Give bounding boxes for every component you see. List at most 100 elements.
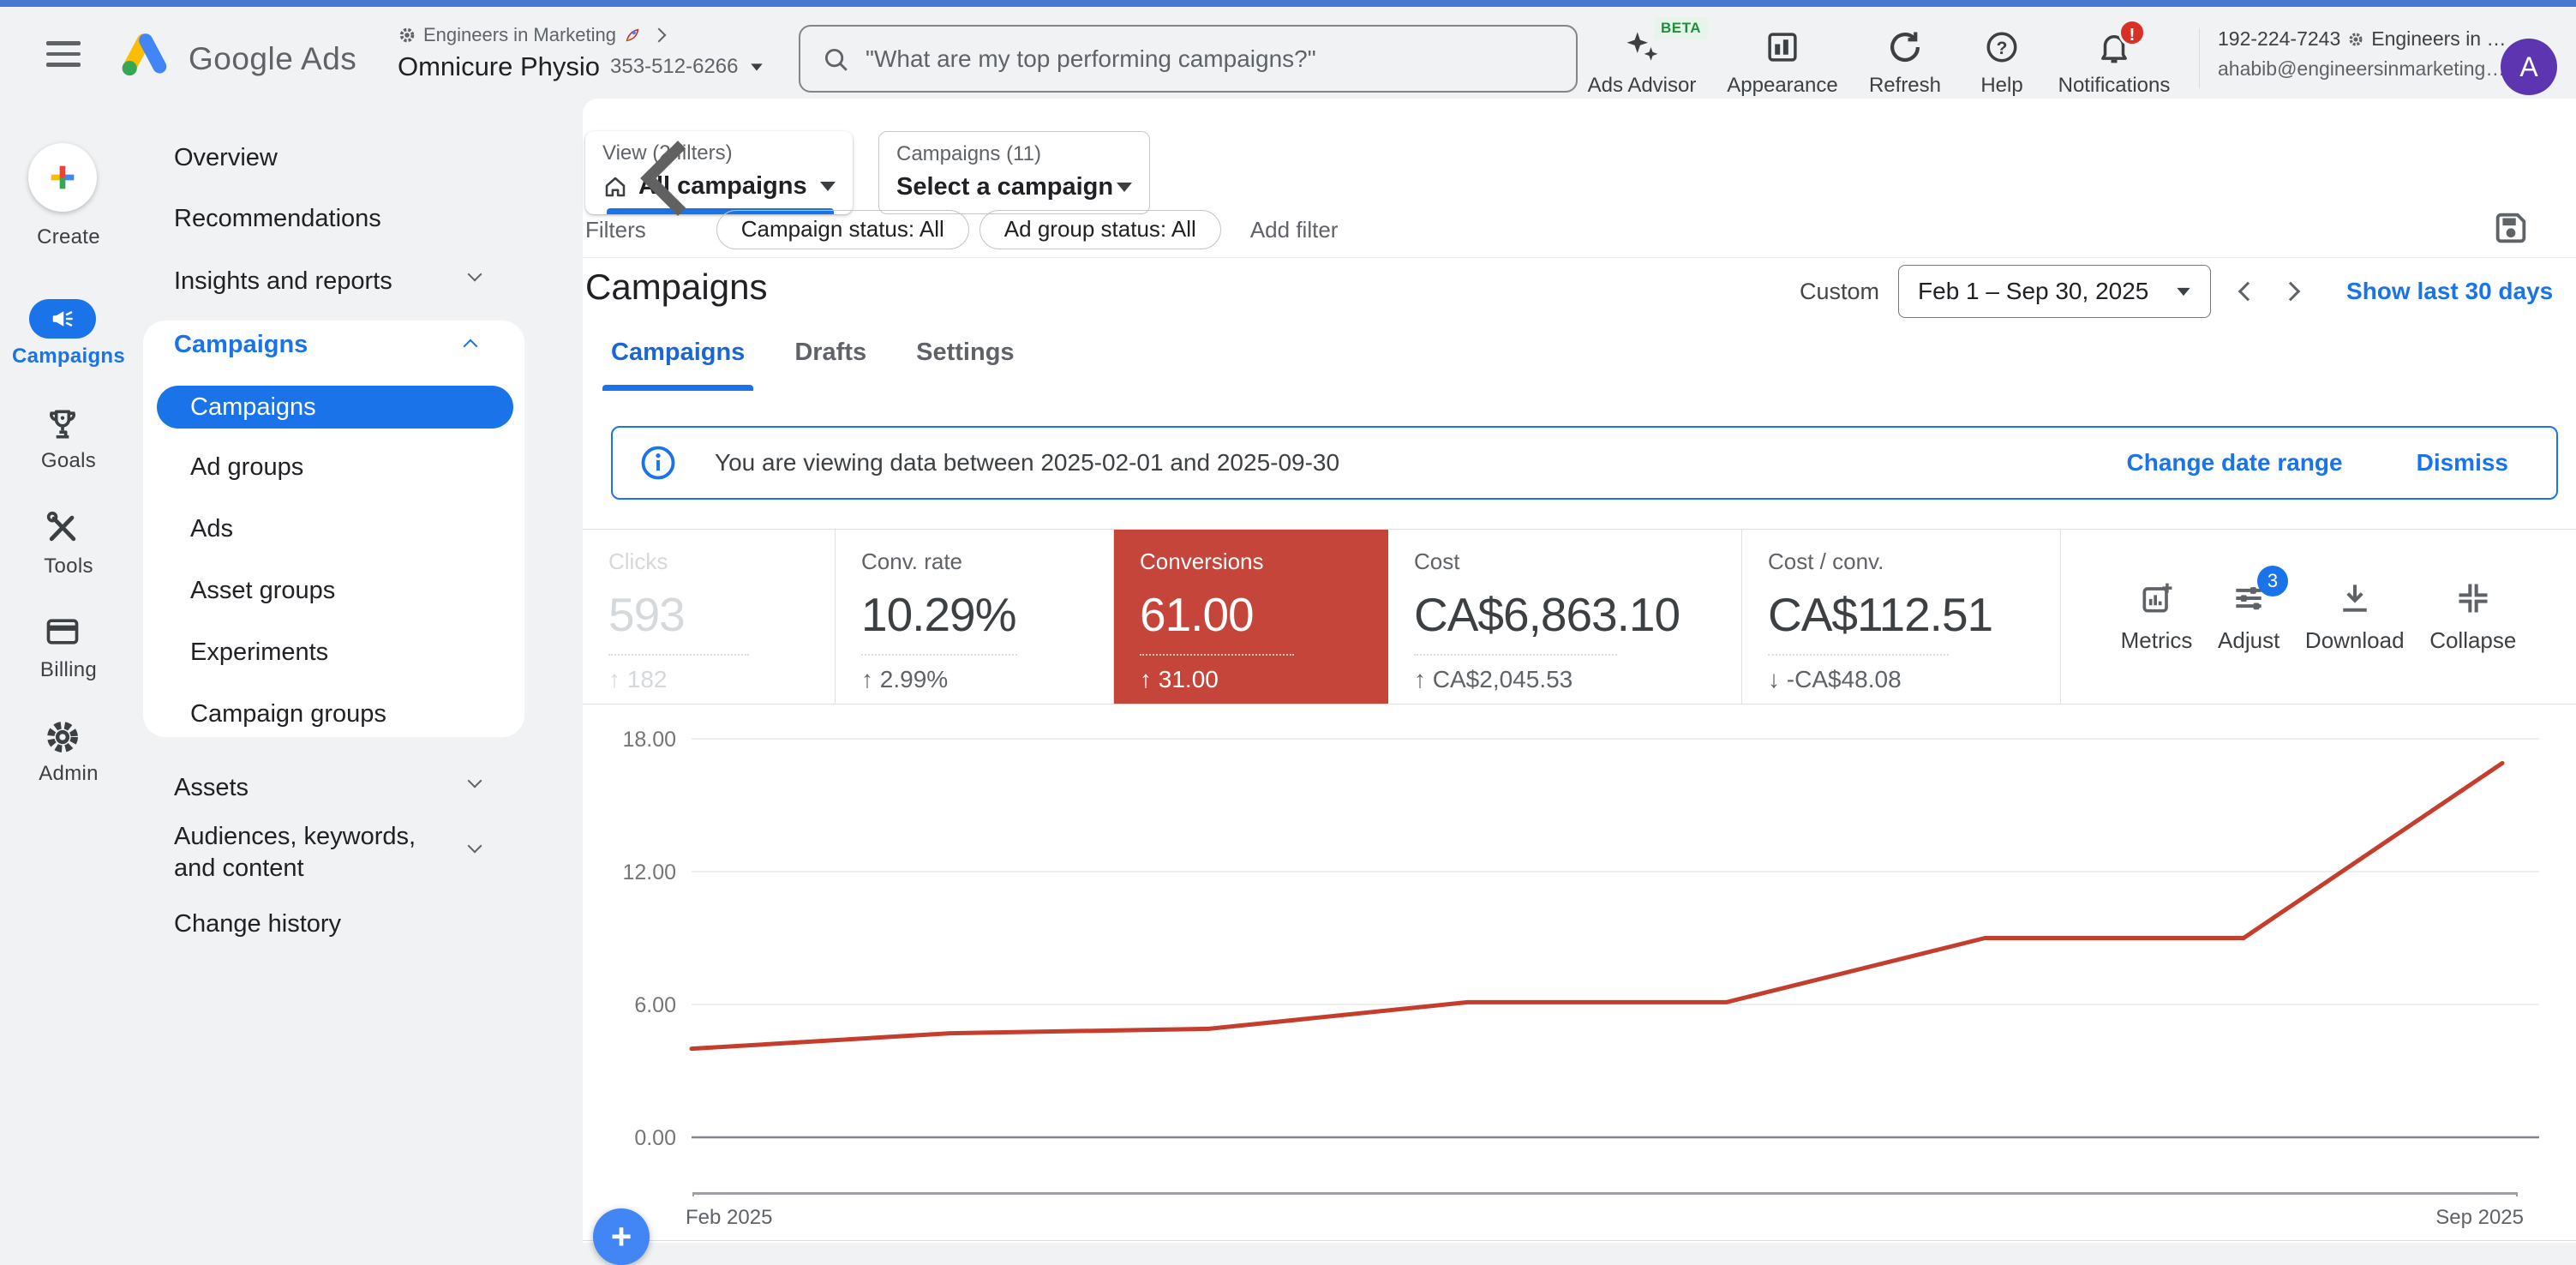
search-bar[interactable]	[799, 25, 1578, 93]
create-fab-button[interactable]: +	[593, 1208, 650, 1265]
metrics-icon	[2138, 579, 2176, 617]
manager-gear-icon	[398, 26, 416, 45]
create-plus-icon	[45, 160, 80, 195]
rail-label-admin: Admin	[39, 762, 99, 785]
breadcrumb-manager[interactable]: Engineers in Marketing	[423, 24, 616, 46]
rail-item-goals[interactable]	[44, 405, 81, 443]
nav-item-campaign-groups[interactable]: Campaign groups	[190, 697, 386, 731]
scorecard-cost-per-conv[interactable]: Cost / conv. CA$112.51 ↓ -CA$48.08	[1742, 530, 2061, 704]
rail-item-billing[interactable]	[44, 613, 81, 650]
dismiss-link[interactable]: Dismiss	[2417, 449, 2508, 477]
google-ads-logo-icon	[118, 31, 171, 77]
metrics-button[interactable]: Metrics	[2121, 579, 2193, 654]
svg-text:0.00: 0.00	[634, 1126, 676, 1150]
scorecard-conversions[interactable]: Conversions 61.00 ↑ 31.00	[1114, 530, 1388, 704]
account-switcher-caret-icon[interactable]	[751, 63, 763, 70]
nav-item-asset-groups[interactable]: Asset groups	[190, 573, 335, 608]
audiences-chevron-icon[interactable]	[468, 839, 482, 854]
ads-advisor-button[interactable]: Ads Advisor BETA	[1579, 29, 1705, 98]
nav-item-recommendations[interactable]: Recommendations	[174, 201, 381, 236]
filter-chip-ad-group-status[interactable]: Ad group status: All	[979, 210, 1221, 249]
tab-campaigns[interactable]: Campaigns	[611, 339, 745, 391]
show-last-30-days-link[interactable]: Show last 30 days	[2346, 278, 2553, 305]
download-icon	[2336, 579, 2374, 617]
left-rail: Create Campaigns Goals Tools Billing Adm…	[0, 99, 137, 1243]
collapse-button[interactable]: Collapse	[2429, 579, 2516, 654]
header-divider	[2199, 28, 2200, 88]
account-gear-icon	[2347, 31, 2364, 48]
filter-chip-campaign-status[interactable]: Campaign status: All	[716, 210, 969, 249]
svg-text:12.00: 12.00	[622, 860, 676, 884]
scorecard-conv-rate[interactable]: Conv. rate 10.29% ↑ 2.99%	[836, 530, 1114, 704]
rail-label-goals: Goals	[41, 449, 96, 472]
performance-chart[interactable]: 0.006.0012.0018.00	[583, 720, 2576, 1200]
nav-item-experiments[interactable]: Experiments	[190, 635, 328, 669]
main-content: View (2 filters) All campaigns Campaigns…	[583, 99, 2576, 1243]
page-title: Campaigns	[585, 263, 767, 311]
nav-item-overview[interactable]: Overview	[174, 141, 278, 175]
help-icon: ?	[1984, 29, 2020, 65]
campaign-selector[interactable]: Campaigns (11) Select a campaign	[878, 131, 1150, 214]
date-next-button[interactable]	[2269, 270, 2312, 313]
nav-item-audiences[interactable]: Audiences, keywords, and content	[174, 821, 461, 884]
date-mode-label: Custom	[1800, 279, 1879, 305]
view-selector[interactable]: View (2 filters) All campaigns	[585, 131, 853, 214]
nav-group-campaigns[interactable]: Campaigns	[174, 327, 308, 362]
create-button[interactable]	[28, 143, 97, 212]
search-input[interactable]	[866, 45, 1551, 73]
nav-item-insights[interactable]: Insights and reports	[174, 264, 392, 298]
timeline-end-label: Sep 2025	[2435, 1206, 2524, 1230]
timeline-slider[interactable]	[692, 1192, 2518, 1196]
rail-label-tools: Tools	[44, 555, 93, 578]
app-header: Google Ads Engineers in Marketing Omnicu…	[0, 7, 2576, 99]
save-icon[interactable]	[2491, 208, 2534, 251]
avatar[interactable]: A	[2501, 39, 2557, 95]
info-icon	[640, 445, 676, 481]
google-ads-logo-text: Google Ads	[189, 41, 356, 77]
scorecard-clicks[interactable]: Clicks 593 ↑ 182	[583, 530, 836, 704]
appearance-button[interactable]: Appearance	[1714, 29, 1851, 98]
nav-item-ad-groups[interactable]: Ad groups	[190, 450, 303, 484]
download-button[interactable]: Download	[2305, 579, 2405, 654]
rail-item-tools[interactable]	[44, 509, 81, 547]
home-icon	[602, 174, 628, 200]
scorecard-cost[interactable]: Cost CA$6,863.10 ↑ CA$2,045.53	[1388, 530, 1742, 704]
account-info[interactable]: 192-224-7243 Engineers in … ahabib@engin…	[2218, 27, 2506, 81]
rail-item-campaigns[interactable]	[29, 299, 96, 339]
change-date-range-link[interactable]: Change date range	[2127, 449, 2343, 477]
nav-item-ads[interactable]: Ads	[190, 512, 233, 546]
nav-item-assets[interactable]: Assets	[174, 770, 249, 805]
breadcrumb-account-name[interactable]: Omnicure Physio	[398, 51, 600, 82]
beta-badge: BETA	[1654, 17, 1708, 39]
assets-chevron-icon[interactable]	[468, 774, 482, 788]
svg-text:18.00: 18.00	[622, 728, 676, 752]
rail-item-admin[interactable]	[44, 718, 81, 756]
appearance-icon	[1764, 29, 1800, 65]
tab-settings[interactable]: Settings	[916, 339, 1014, 391]
nav-item-campaigns-selected[interactable]: Campaigns	[157, 386, 513, 429]
adjust-button[interactable]: Adjust 3	[2218, 579, 2279, 654]
chart-controls: Metrics Adjust 3 Download Collapse	[2061, 530, 2576, 704]
notifications-button[interactable]: ! Notifications	[2050, 29, 2178, 98]
date-caret-icon	[2177, 287, 2190, 295]
rail-label-create: Create	[37, 225, 100, 249]
collapse-icon	[2454, 579, 2492, 617]
date-range-selector[interactable]: Feb 1 – Sep 30, 2025	[1898, 265, 2211, 318]
svg-text:?: ?	[1997, 39, 2008, 58]
timeline-start-label: Feb 2025	[686, 1206, 772, 1230]
tab-drafts[interactable]: Drafts	[794, 339, 866, 391]
refresh-button[interactable]: Refresh	[1858, 29, 1952, 98]
breadcrumb-account-id: 353-512-6266	[610, 55, 738, 79]
nav-panel: Overview Recommendations Insights and re…	[137, 99, 583, 1243]
add-filter-button[interactable]: Add filter	[1250, 217, 1339, 243]
insights-chevron-icon[interactable]	[468, 267, 482, 282]
help-button[interactable]: ? Help	[1968, 29, 2036, 98]
main-menu-icon[interactable]	[46, 41, 81, 70]
nav-item-change-history[interactable]: Change history	[174, 907, 341, 941]
tabs: Campaigns Drafts Settings	[611, 339, 1064, 391]
campaigns-nav-card: Campaigns Campaigns Ad groups Ads Asset …	[143, 321, 524, 737]
campaigns-chevron-icon[interactable]	[464, 339, 478, 354]
date-prev-button[interactable]	[2226, 270, 2269, 313]
account-customer-id: 192-224-7243	[2218, 27, 2340, 51]
adjust-count-badge: 3	[2257, 566, 2288, 597]
